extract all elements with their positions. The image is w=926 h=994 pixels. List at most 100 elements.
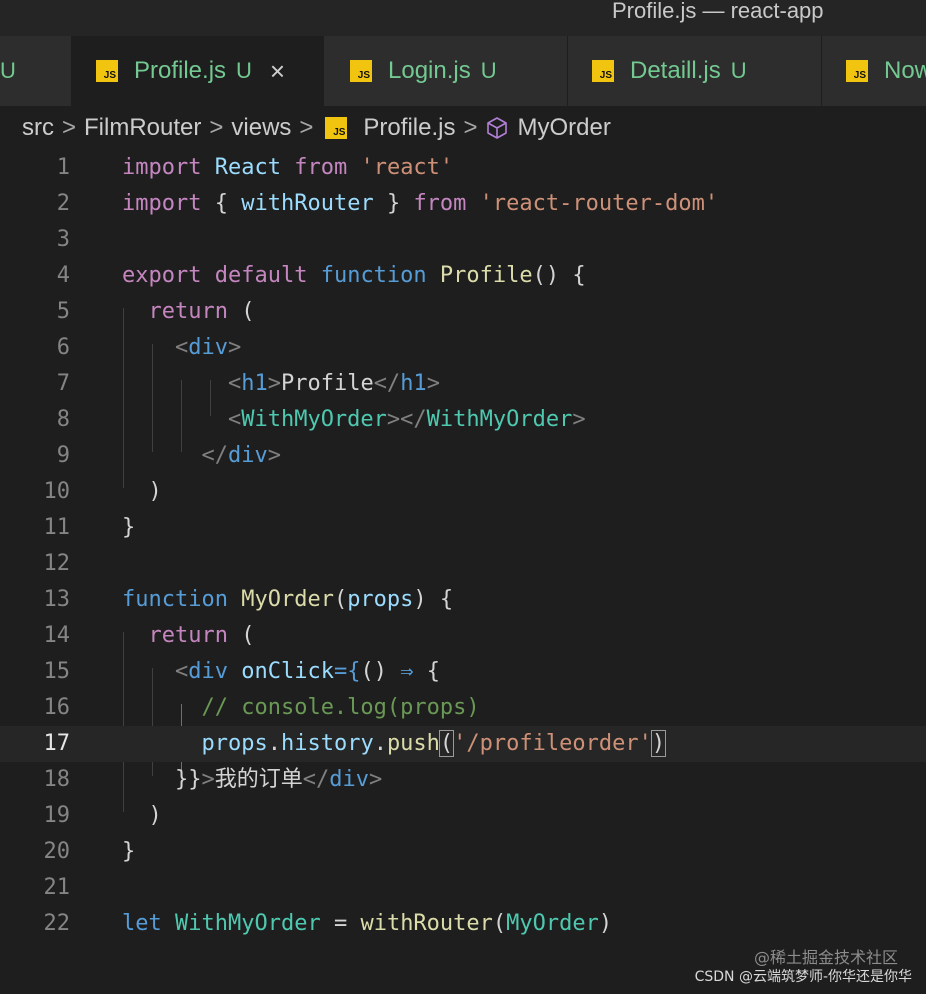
code-line[interactable]: 2 import { withRouter } from 'react-rout… bbox=[0, 186, 926, 222]
angle: > bbox=[201, 767, 215, 792]
code-line[interactable]: 10 ) bbox=[0, 474, 926, 510]
code-line[interactable]: 7 <h1>Profile</h1> bbox=[0, 366, 926, 402]
breadcrumb-views[interactable]: views bbox=[231, 114, 291, 142]
brace: }} bbox=[174, 767, 202, 792]
line-number: 10 bbox=[43, 479, 71, 504]
tab-status: U bbox=[730, 58, 747, 83]
code-editor[interactable]: 1 import React from 'react' 2 import { w… bbox=[0, 150, 926, 950]
operator: = bbox=[333, 911, 348, 936]
code-line[interactable]: 4 export default function Profile() { bbox=[0, 258, 926, 294]
code-line[interactable]: 3 bbox=[0, 222, 926, 258]
string: 'react-router-dom' bbox=[479, 191, 719, 216]
js-file-icon: JS bbox=[96, 60, 118, 82]
function-name: MyOrder bbox=[241, 587, 334, 612]
attribute: onClick bbox=[241, 659, 334, 684]
code-line[interactable]: 6 <div> bbox=[0, 330, 926, 366]
code-text: return ( bbox=[122, 294, 255, 330]
parens: () bbox=[532, 263, 560, 288]
angle: </ bbox=[373, 371, 401, 396]
line-number: 15 bbox=[43, 659, 71, 684]
code-text: ) bbox=[122, 474, 162, 510]
identifier: props bbox=[201, 731, 268, 756]
keyword: default bbox=[214, 263, 308, 288]
arrow: ⇒ bbox=[400, 659, 414, 684]
code-text: import React from 'react' bbox=[122, 150, 453, 186]
function-name: withRouter bbox=[360, 911, 493, 936]
code-line[interactable]: 11 } bbox=[0, 510, 926, 546]
angle: > bbox=[426, 371, 440, 396]
code-text: ) bbox=[122, 798, 162, 834]
line-number: 21 bbox=[43, 875, 71, 900]
function-name: Profile bbox=[439, 263, 533, 288]
angle: > bbox=[267, 443, 281, 468]
breadcrumb-file[interactable]: Profile.js bbox=[363, 114, 455, 142]
angle: < bbox=[174, 335, 189, 360]
breadcrumb-symbol[interactable]: MyOrder bbox=[517, 114, 610, 142]
code-line[interactable]: 15 <div onClick={() ⇒ { bbox=[0, 654, 926, 690]
watermark-juejin: @稀土掘金技术社区 bbox=[753, 948, 898, 967]
code-text: return ( bbox=[122, 618, 255, 654]
code-line[interactable]: 12 bbox=[0, 546, 926, 582]
code-line[interactable]: 13 function MyOrder(props) { bbox=[0, 582, 926, 618]
tab-login-js[interactable]: JS Login.js U bbox=[324, 36, 568, 106]
tab-label: Profile.js bbox=[134, 57, 227, 84]
keyword: import bbox=[122, 155, 202, 180]
js-file-icon: JS bbox=[350, 60, 372, 82]
component: WithMyOrder bbox=[241, 407, 387, 432]
keyword: let bbox=[122, 911, 162, 936]
code-line[interactable]: 8 <WithMyOrder></WithMyOrder> bbox=[0, 402, 926, 438]
watermark-csdn: CSDN @云端筑梦师-你华还是你华 bbox=[694, 969, 912, 985]
brace: { bbox=[439, 587, 454, 612]
keyword: return bbox=[148, 299, 228, 324]
tab-profile-js[interactable]: JS Profile.js U × bbox=[72, 36, 324, 106]
code-line[interactable]: 20 } bbox=[0, 834, 926, 870]
line-number: 12 bbox=[43, 551, 71, 576]
line-number: 4 bbox=[56, 263, 70, 288]
line-number: 20 bbox=[43, 839, 71, 864]
line-number: 8 bbox=[56, 407, 70, 432]
js-file-icon: JS bbox=[592, 60, 614, 82]
function-name: push bbox=[386, 731, 440, 756]
line-number: 22 bbox=[43, 911, 71, 936]
code-line[interactable]: 19 ) bbox=[0, 798, 926, 834]
angle: > bbox=[386, 407, 401, 432]
code-line-current[interactable]: 17 props.history.push('/profileorder') bbox=[0, 726, 926, 762]
tab-previous[interactable]: U bbox=[0, 36, 72, 106]
breadcrumb-src[interactable]: src bbox=[22, 114, 54, 142]
code-text: <WithMyOrder></WithMyOrder> bbox=[122, 402, 586, 438]
code-line[interactable]: 21 bbox=[0, 870, 926, 906]
code-text: // console.log(props) bbox=[122, 690, 479, 726]
tab-now[interactable]: JS Now bbox=[822, 36, 926, 106]
angle: < bbox=[227, 407, 242, 432]
line-number: 13 bbox=[43, 587, 71, 612]
paren: ) bbox=[148, 803, 162, 828]
brace: } bbox=[122, 839, 136, 864]
code-line[interactable]: 18 }}>我的订单</div> bbox=[0, 762, 926, 798]
js-file-icon: JS bbox=[846, 60, 868, 82]
code-line[interactable]: 22 let WithMyOrder = withRouter(MyOrder) bbox=[0, 906, 926, 942]
js-file-icon: JS bbox=[325, 117, 348, 139]
code-text: <div onClick={() ⇒ { bbox=[122, 654, 440, 690]
brace: { bbox=[572, 263, 586, 288]
component: WithMyOrder bbox=[426, 407, 573, 432]
code-line[interactable]: 14 return ( bbox=[0, 618, 926, 654]
breadcrumb-filmrouter[interactable]: FilmRouter bbox=[84, 114, 201, 142]
close-icon[interactable]: × bbox=[270, 56, 285, 87]
chevron-right-icon: > bbox=[463, 114, 478, 141]
keyword: export bbox=[122, 263, 202, 288]
tab-detaill-js[interactable]: JS Detaill.js U bbox=[568, 36, 822, 106]
code-text: export default function Profile() { bbox=[122, 258, 586, 294]
code-text: } bbox=[122, 510, 135, 546]
string: 'react' bbox=[360, 155, 454, 180]
code-line[interactable]: 1 import React from 'react' bbox=[0, 150, 926, 186]
keyword: import bbox=[122, 191, 202, 216]
param: props bbox=[347, 587, 414, 612]
angle: </ bbox=[302, 767, 330, 792]
tag: div bbox=[329, 767, 369, 792]
code-line[interactable]: 9 </div> bbox=[0, 438, 926, 474]
code-line[interactable]: 5 return ( bbox=[0, 294, 926, 330]
angle: > bbox=[267, 371, 281, 396]
tag: h1 bbox=[241, 371, 268, 396]
line-number: 19 bbox=[43, 803, 71, 828]
code-line[interactable]: 16 // console.log(props) bbox=[0, 690, 926, 726]
